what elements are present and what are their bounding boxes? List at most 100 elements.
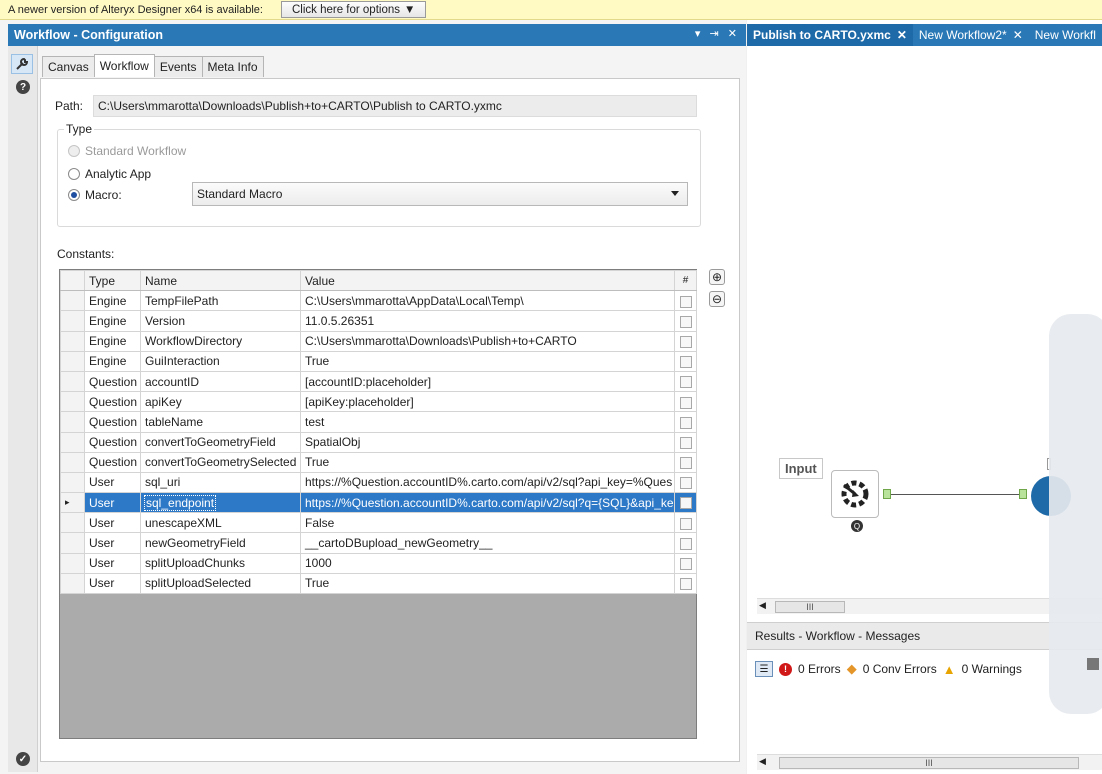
cell-name[interactable]: GuiInteraction <box>140 350 301 372</box>
radio-standard-workflow[interactable]: Standard Workflow <box>68 144 186 158</box>
cell-flag[interactable] <box>674 431 697 453</box>
checkbox[interactable] <box>679 356 692 369</box>
checkbox[interactable] <box>679 416 692 429</box>
constant-row[interactable]: Question convertToGeometryField SpatialObj <box>60 431 697 453</box>
add-row-icon[interactable]: ⊕ <box>709 269 725 285</box>
cell-value[interactable]: [apiKey:placeholder] <box>300 391 675 413</box>
constant-row[interactable]: User unescapeXML False <box>60 512 697 534</box>
checkbox[interactable] <box>679 436 692 449</box>
row-selector[interactable] <box>60 391 85 413</box>
cell-flag[interactable] <box>674 512 697 534</box>
cell-type[interactable]: User <box>84 471 141 494</box>
constant-row[interactable]: Engine GuiInteraction True <box>60 350 697 372</box>
scrollbar-thumb[interactable]: III <box>775 601 845 613</box>
cell-type[interactable]: User <box>84 532 141 554</box>
wrench-icon[interactable] <box>11 54 33 74</box>
close-icon[interactable]: ✕ <box>1013 28 1023 42</box>
cell-flag[interactable] <box>674 552 697 574</box>
cell-type[interactable]: User <box>84 572 141 595</box>
cell-name[interactable]: convertToGeometrySelected <box>140 451 301 473</box>
macro-type-select[interactable]: Standard Macro <box>192 182 688 206</box>
cell-flag[interactable] <box>674 350 697 372</box>
constant-row[interactable]: User splitUploadChunks 1000 <box>60 552 697 574</box>
tab-workflow[interactable]: Workflow <box>93 54 155 77</box>
radio-button[interactable] <box>68 145 80 157</box>
row-selector[interactable] <box>60 330 85 352</box>
cell-flag[interactable] <box>674 532 697 554</box>
row-selector[interactable] <box>60 451 85 473</box>
check-icon[interactable]: ✓ <box>16 752 30 766</box>
macro-input-tool[interactable] <box>831 470 879 518</box>
cell-flag[interactable] <box>674 330 697 352</box>
cell-type[interactable]: Engine <box>84 350 141 372</box>
path-field[interactable]: C:\Users\mmarotta\Downloads\Publish+to+C… <box>93 95 697 117</box>
cell-value[interactable]: 11.0.5.26351 <box>300 310 675 332</box>
checkbox[interactable] <box>679 578 692 591</box>
radio-analytic-app[interactable]: Analytic App <box>68 167 151 181</box>
cell-flag[interactable] <box>674 310 697 332</box>
scroll-left-icon[interactable]: ◀ <box>759 756 766 767</box>
checkbox[interactable] <box>679 396 692 409</box>
constant-row[interactable]: User sql_uri https://%Question.accountID%.… <box>60 471 697 494</box>
cell-name[interactable]: WorkflowDirectory <box>140 330 301 352</box>
constants-grid[interactable]: Type Name Value # Engine TempFilePath C:\U… <box>59 269 697 739</box>
cell-value[interactable]: C:\Users\mmarotta\AppData\Local\Temp\ <box>300 290 675 312</box>
row-selector[interactable] <box>60 512 85 534</box>
cell-name[interactable]: Version <box>140 310 301 332</box>
radio-button[interactable] <box>68 189 80 201</box>
cell-name[interactable]: convertToGeometryField <box>140 431 301 453</box>
cell-type[interactable]: User <box>84 512 141 534</box>
constant-row[interactable]: Question apiKey [apiKey:placeholder] <box>60 391 697 413</box>
doc-tab-publish-to-carto[interactable]: Publish to CARTO.yxmc ✕ <box>747 24 913 46</box>
checkbox[interactable] <box>679 295 692 308</box>
cell-flag[interactable] <box>674 451 697 473</box>
row-selector[interactable] <box>60 350 85 372</box>
scrollbar-thumb[interactable]: III <box>779 757 1079 769</box>
constant-row[interactable]: Engine Version 11.0.5.26351 <box>60 310 697 332</box>
row-selector[interactable] <box>60 310 85 332</box>
cell-flag[interactable] <box>674 370 697 393</box>
doc-tab-new-workflow[interactable]: New Workfl <box>1029 24 1102 46</box>
constant-row[interactable]: Engine WorkflowDirectory C:\Users\mmarotta… <box>60 330 697 352</box>
tab-canvas[interactable]: Canvas <box>42 56 95 77</box>
constant-row[interactable]: Question convertToGeometrySelected True <box>60 451 697 473</box>
cell-name[interactable]: splitUploadChunks <box>140 552 301 574</box>
cell-value[interactable]: True <box>300 572 675 595</box>
update-options-button[interactable]: Click here for options ▼ <box>280 1 427 18</box>
cell-value[interactable]: SpatialObj <box>300 431 675 453</box>
cell-type[interactable]: Engine <box>84 310 141 332</box>
output-anchor[interactable] <box>883 489 891 499</box>
checkbox[interactable] <box>679 376 692 389</box>
row-selector[interactable] <box>60 532 85 554</box>
column-header-value[interactable]: Value <box>300 269 675 292</box>
cell-flag[interactable] <box>674 471 697 494</box>
checkbox[interactable] <box>679 558 692 571</box>
cell-name[interactable]: sql_endpoint <box>140 492 301 514</box>
help-icon[interactable]: ? <box>16 80 30 94</box>
cell-name[interactable]: newGeometryField <box>140 532 301 554</box>
cell-name[interactable]: sql_uri <box>140 471 301 494</box>
cell-type[interactable]: Question <box>84 391 141 413</box>
errors-count[interactable]: 0 Errors <box>798 662 841 676</box>
cell-type[interactable]: User <box>84 552 141 574</box>
cell-name[interactable]: apiKey <box>140 391 301 413</box>
list-icon[interactable]: ☰ <box>755 661 773 677</box>
cell-type[interactable]: Engine <box>84 330 141 352</box>
cell-flag[interactable] <box>674 391 697 413</box>
results-horizontal-scrollbar[interactable]: ◀ III <box>757 754 1102 770</box>
cell-name[interactable]: tableName <box>140 411 301 433</box>
constant-row[interactable]: User splitUploadSelected True <box>60 572 697 595</box>
row-selector[interactable] <box>60 370 85 393</box>
row-selector[interactable] <box>60 290 85 312</box>
radio-macro[interactable]: Macro: <box>68 188 122 202</box>
cell-value[interactable]: True <box>300 350 675 372</box>
close-icon[interactable]: ✕ <box>897 28 907 42</box>
constant-row[interactable]: User newGeometryField __cartoDBupload_newG… <box>60 532 697 554</box>
warnings-count[interactable]: 0 Warnings <box>962 662 1022 676</box>
cell-value[interactable]: True <box>300 451 675 473</box>
cell-value[interactable]: __cartoDBupload_newGeometry__ <box>300 532 675 554</box>
cell-value[interactable]: test <box>300 411 675 433</box>
cell-name[interactable]: splitUploadSelected <box>140 572 301 595</box>
row-selector[interactable] <box>60 572 85 595</box>
row-selector[interactable] <box>60 411 85 433</box>
